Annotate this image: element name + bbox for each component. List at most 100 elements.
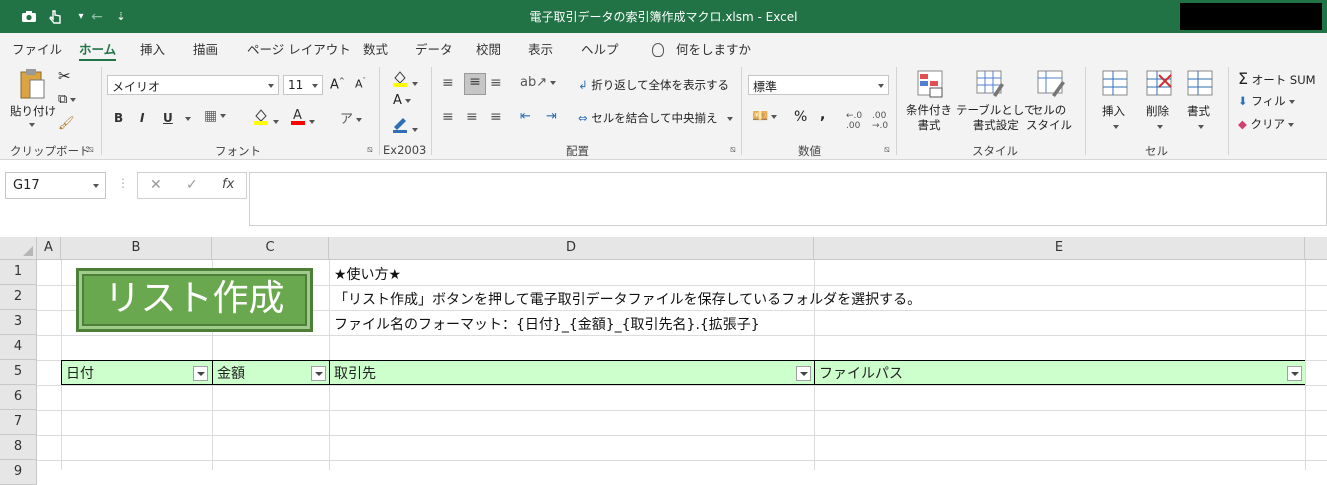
insert-cells-icon[interactable] (1101, 69, 1129, 100)
comma-button[interactable]: , (820, 107, 825, 123)
column-header-c[interactable]: C (212, 237, 329, 260)
enter-icon[interactable]: ✓ (186, 177, 198, 193)
format-painter-icon[interactable]: 🖌 (58, 116, 75, 131)
column-header-e[interactable]: E (814, 237, 1305, 260)
align-right-icon[interactable]: ≡ (490, 109, 502, 125)
align-left-icon[interactable]: ≡ (442, 109, 454, 125)
filter-dropdown-icon[interactable] (193, 366, 208, 381)
paste-dropdown[interactable] (26, 117, 35, 131)
row-header-6[interactable]: 6 (0, 385, 37, 410)
row-header-9[interactable]: 9 (0, 460, 37, 485)
cut-icon[interactable]: ✂ (58, 67, 71, 85)
tab-home[interactable]: ホーム (79, 39, 117, 62)
tell-me-search[interactable]: 何をしますか (652, 39, 751, 58)
cell-styles-button[interactable]: セルの スタイル (1026, 103, 1072, 133)
paste-icon[interactable] (18, 67, 46, 104)
font-name-combo[interactable]: メイリオ (107, 75, 279, 95)
dialog-launcher-icon[interactable]: ⧅ (88, 145, 94, 155)
font-color-icon[interactable]: A (290, 107, 315, 128)
increase-indent-icon[interactable]: ⇥ (546, 109, 557, 124)
header-cell-amount[interactable]: 金額 (213, 361, 330, 384)
format-dropdown[interactable] (1195, 119, 1204, 133)
tab-review[interactable]: 校閲 (476, 39, 501, 58)
underline-button[interactable]: U (163, 111, 173, 125)
underline-dropdown[interactable] (182, 111, 191, 125)
delete-dropdown[interactable] (1154, 119, 1163, 133)
percent-button[interactable]: % (794, 109, 807, 125)
row-header-4[interactable]: 4 (0, 335, 37, 360)
cell-styles-icon[interactable] (1036, 69, 1066, 102)
decrease-decimal-icon[interactable]: .00 →.0 (872, 111, 888, 131)
filter-dropdown-icon[interactable] (796, 366, 811, 381)
delete-cells-icon[interactable] (1145, 69, 1173, 100)
decrease-indent-icon[interactable]: ⇤ (520, 109, 531, 124)
orientation-icon[interactable]: ab↗ (520, 75, 557, 90)
currency-icon[interactable]: 💴 (752, 109, 778, 124)
column-header-a[interactable]: A (37, 237, 61, 260)
italic-button[interactable]: I (140, 111, 144, 125)
wrap-text-button[interactable]: ↲ 折り返して全体を表示する (578, 77, 729, 93)
row-header-3[interactable]: 3 (0, 310, 37, 335)
conditional-format-button[interactable]: 条件付き 書式 (906, 103, 952, 133)
insert-button[interactable]: 挿入 (1102, 103, 1125, 119)
font-dialog-launcher-icon[interactable]: ⧅ (367, 145, 373, 155)
row-header-1[interactable]: 1 (0, 260, 37, 285)
tab-draw[interactable]: 描画 (193, 39, 218, 58)
tab-insert[interactable]: 挿入 (140, 39, 165, 58)
number-dialog-launcher-icon[interactable]: ⧅ (884, 145, 890, 155)
align-top-icon[interactable]: ≡ (442, 75, 454, 91)
formula-input[interactable] (249, 172, 1327, 226)
format-as-table-button[interactable]: テーブルとして 書式設定 (956, 103, 1035, 133)
merge-center-button[interactable]: ⇔ セルを結合して中央揃え (578, 110, 734, 126)
name-box[interactable]: G17 (5, 172, 106, 199)
insert-function-icon[interactable]: fx (222, 177, 234, 192)
font-size-combo[interactable]: 11 (283, 75, 323, 95)
tab-page-layout[interactable]: ページ レイアウト (247, 39, 351, 58)
format-button[interactable]: 書式 (1187, 103, 1210, 119)
increase-decimal-icon[interactable]: ←.0.00 (846, 111, 862, 131)
column-header-b[interactable]: B (61, 237, 212, 260)
tab-help[interactable]: ヘルプ (581, 39, 619, 58)
select-all-button[interactable] (0, 237, 37, 260)
header-cell-partner[interactable]: 取引先 (330, 361, 815, 384)
filter-dropdown-icon[interactable] (311, 366, 326, 381)
header-cell-date[interactable]: 日付 (62, 361, 213, 384)
fill-color-icon[interactable] (252, 107, 279, 128)
align-middle-icon[interactable]: ≡ (464, 73, 486, 95)
cell-d1[interactable]: ★使い方★ (334, 264, 401, 284)
bold-button[interactable]: B (114, 111, 123, 125)
conditional-format-icon[interactable] (916, 69, 946, 102)
create-list-button[interactable]: リスト作成 (76, 268, 313, 332)
header-cell-filepath[interactable]: ファイルパス (815, 361, 1305, 384)
phonetic-icon[interactable]: ア (340, 108, 363, 127)
ex-line-color-icon[interactable] (391, 115, 418, 136)
insert-dropdown[interactable] (1110, 119, 1119, 133)
format-as-table-icon[interactable] (975, 69, 1005, 102)
ex-fill-color-icon[interactable] (391, 69, 418, 90)
alignment-dialog-launcher-icon[interactable]: ⧅ (730, 145, 736, 155)
filter-dropdown-icon[interactable] (1287, 366, 1302, 381)
tab-view[interactable]: 表示 (528, 39, 553, 58)
cancel-icon[interactable]: ✕ (150, 177, 162, 193)
ex-font-color-icon[interactable]: A (393, 93, 411, 108)
delete-button[interactable]: 削除 (1146, 103, 1169, 119)
shrink-font-icon[interactable]: Aˇ (355, 77, 366, 91)
align-center-icon[interactable]: ≡ (466, 109, 478, 125)
clear-button[interactable]: ◆ クリア (1238, 116, 1295, 132)
tab-data[interactable]: データ (415, 39, 453, 58)
row-header-7[interactable]: 7 (0, 410, 37, 435)
copy-icon[interactable]: ⧉ (58, 92, 77, 107)
cell-d2[interactable]: 「リスト作成」ボタンを押して電子取引データファイルを保存しているフォルダを選択す… (334, 289, 921, 309)
border-icon[interactable]: ▦ (204, 108, 227, 124)
row-header-8[interactable]: 8 (0, 435, 37, 460)
grow-font-icon[interactable]: A^ (330, 77, 345, 92)
row-header-5[interactable]: 5 (0, 360, 37, 385)
autosum-button[interactable]: Σ オート SUM (1238, 69, 1316, 88)
format-cells-icon[interactable] (1186, 69, 1214, 100)
row-header-2[interactable]: 2 (0, 285, 37, 310)
tab-file[interactable]: ファイル (12, 39, 62, 58)
number-format-combo[interactable]: 標準 (748, 75, 889, 95)
cell-d3[interactable]: ファイル名のフォーマット：{日付}_{金額}_{取引先名}.{拡張子} (334, 314, 760, 334)
fill-button[interactable]: ⬇ フィル (1238, 93, 1295, 109)
tab-formulas[interactable]: 数式 (363, 39, 388, 58)
